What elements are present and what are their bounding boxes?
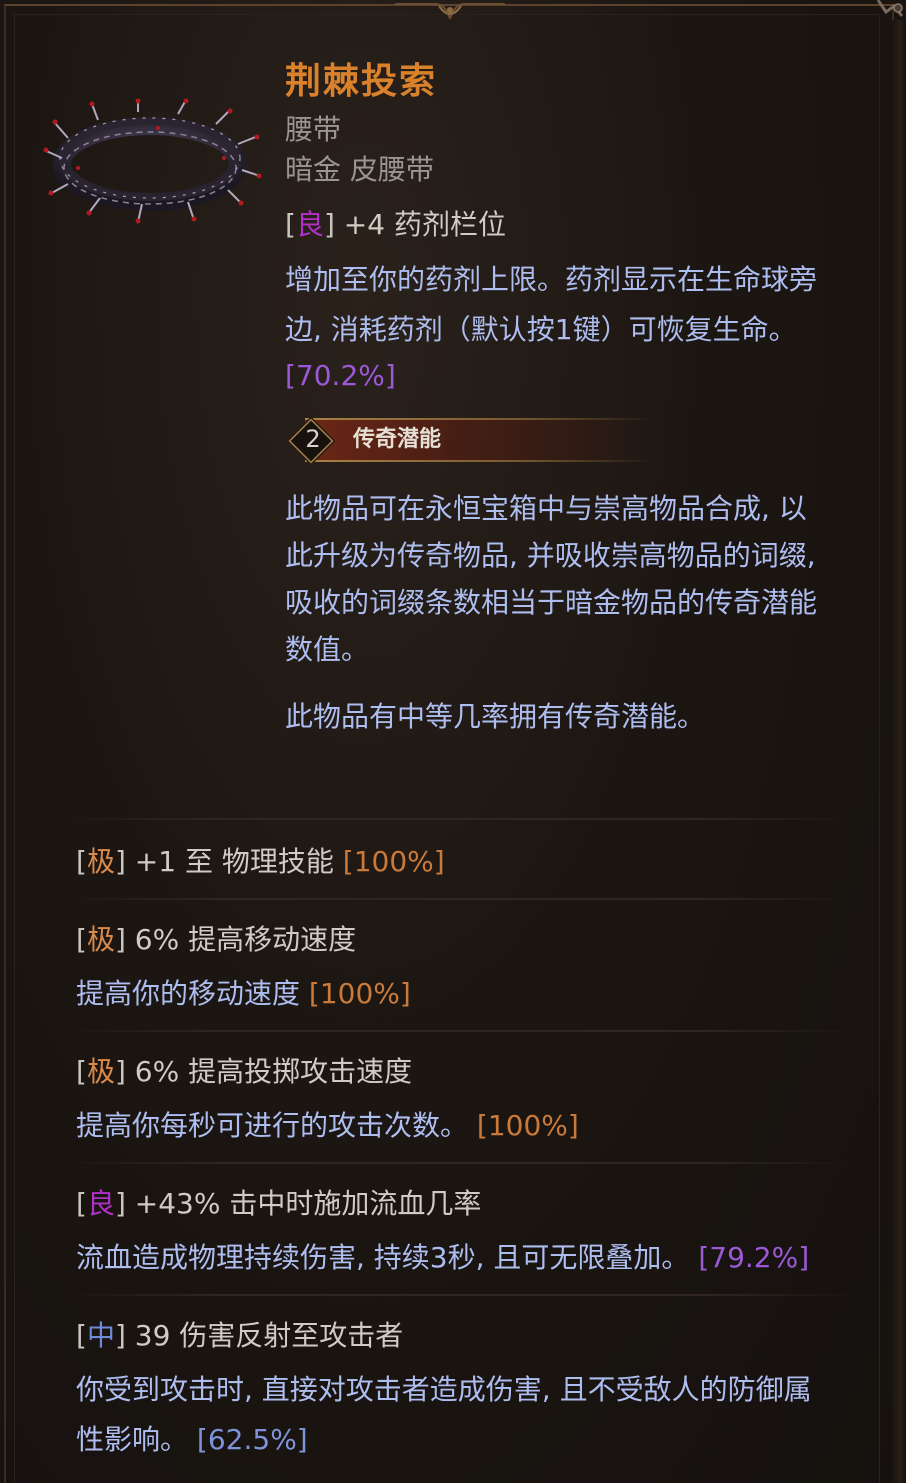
affix-desc-line-2: 性影响。 [62.5%] bbox=[76, 1420, 308, 1460]
affix-row: [极] 6% 提高投掷攻击速度 bbox=[76, 1055, 413, 1088]
implicit-text: +4 药剂栏位 bbox=[343, 208, 506, 241]
potential-label: 传奇潜能 bbox=[353, 427, 442, 452]
affix-desc: 提高你每秒可进行的攻击次数。 [100%] bbox=[76, 1106, 579, 1146]
tier-badge: 极 bbox=[86, 1055, 115, 1088]
frame-corner-ornament-icon bbox=[876, 0, 904, 17]
implicit-desc-line-2: 边, 消耗药剂（默认按1键）可恢复生命。 bbox=[285, 313, 797, 346]
affix-desc: 提高你的移动速度 [100%] bbox=[76, 974, 411, 1014]
affix-text: 39 伤害反射至攻击者 bbox=[134, 1319, 404, 1352]
thorn-belt-item-image bbox=[43, 98, 262, 224]
affix-text: +43% 击中时施加流血几率 bbox=[134, 1187, 482, 1220]
legendary-chance: 此物品有中等几率拥有传奇潜能。 bbox=[285, 700, 706, 733]
tier-badge: 极 bbox=[86, 845, 115, 878]
divider bbox=[62, 818, 858, 820]
legendary-potential-bar: 2 传奇潜能 bbox=[285, 414, 655, 464]
implicit-stat: [良] +4 药剂栏位 bbox=[285, 208, 506, 241]
legendary-desc-line-4: 数值。 bbox=[285, 633, 370, 666]
affix-row: [中] 39 伤害反射至攻击者 bbox=[76, 1319, 404, 1352]
legendary-desc-line-3: 吸收的词缀条数相当于暗金物品的传奇潜能 bbox=[285, 586, 818, 619]
tier-badge: 中 bbox=[86, 1319, 115, 1352]
affix-desc-text: 提高你每秒可进行的攻击次数。 bbox=[76, 1109, 469, 1142]
affix-desc-line-1: 你受到攻击时, 直接对攻击者造成伤害, 且不受敌人的防御属 bbox=[76, 1373, 812, 1406]
affix-row: [极] 6% 提高移动速度 bbox=[76, 923, 357, 956]
affix-desc-text: 流血造成物理持续伤害, 持续3秒, 且可无限叠加。 bbox=[76, 1241, 690, 1274]
affix-roll-pct: [100%] bbox=[476, 1109, 579, 1142]
item-base: 皮腰带 bbox=[349, 153, 434, 186]
divider bbox=[62, 1030, 858, 1032]
potential-value: 2 bbox=[305, 425, 321, 453]
affix-text: 6% 提高移动速度 bbox=[134, 923, 357, 956]
affix-row: [极] +1 至 物理技能 [100%] bbox=[76, 845, 445, 878]
frame-right-edge bbox=[892, 20, 906, 1483]
affix-roll-pct: [62.5%] bbox=[196, 1423, 308, 1456]
item-rarity: 暗金 bbox=[285, 153, 342, 186]
affix-roll-pct: [79.2%] bbox=[698, 1241, 810, 1274]
affix-row: [良] +43% 击中时施加流血几率 bbox=[76, 1187, 482, 1220]
affix-desc-text: 提高你的移动速度 bbox=[76, 977, 301, 1010]
implicit-roll-pct: [70.2%] bbox=[285, 359, 396, 392]
item-tooltip: 荆棘投索 腰带 暗金 皮腰带 [良] +4 药剂栏位 增加至你的药剂上限。药剂显… bbox=[0, 0, 906, 1483]
affix-roll-pct: [100%] bbox=[342, 845, 445, 878]
legendary-desc-line-1: 此物品可在永恒宝箱中与崇高物品合成, 以 bbox=[285, 492, 807, 525]
affix-text: +1 至 物理技能 bbox=[134, 845, 334, 878]
tier-badge: 良 bbox=[86, 1187, 115, 1220]
legendary-desc: 此物品可在永恒宝箱中与崇高物品合成, 以 此升级为传奇物品, 并吸收崇高物品的词… bbox=[285, 485, 875, 673]
frame-top-ornament-icon bbox=[395, 3, 505, 21]
affix-desc-text: 性影响。 bbox=[76, 1423, 189, 1456]
divider bbox=[62, 1294, 858, 1296]
tier-badge: 极 bbox=[86, 923, 115, 956]
tier-badge: 良 bbox=[295, 208, 324, 241]
implicit-desc-line-1: 增加至你的药剂上限。药剂显示在生命球旁 bbox=[285, 263, 818, 296]
affix-desc: 流血造成物理持续伤害, 持续3秒, 且可无限叠加。 [79.2%] bbox=[76, 1238, 809, 1278]
legendary-desc-line-2: 此升级为传奇物品, 并吸收崇高物品的词缀, bbox=[285, 539, 816, 572]
item-rarity-base: 暗金 皮腰带 bbox=[285, 150, 434, 190]
divider bbox=[62, 1162, 858, 1164]
item-name: 荆棘投索 bbox=[285, 61, 438, 102]
item-type: 腰带 bbox=[285, 113, 342, 146]
affix-roll-pct: [100%] bbox=[308, 977, 411, 1010]
divider bbox=[62, 898, 858, 900]
affix-text: 6% 提高投掷攻击速度 bbox=[134, 1055, 413, 1088]
